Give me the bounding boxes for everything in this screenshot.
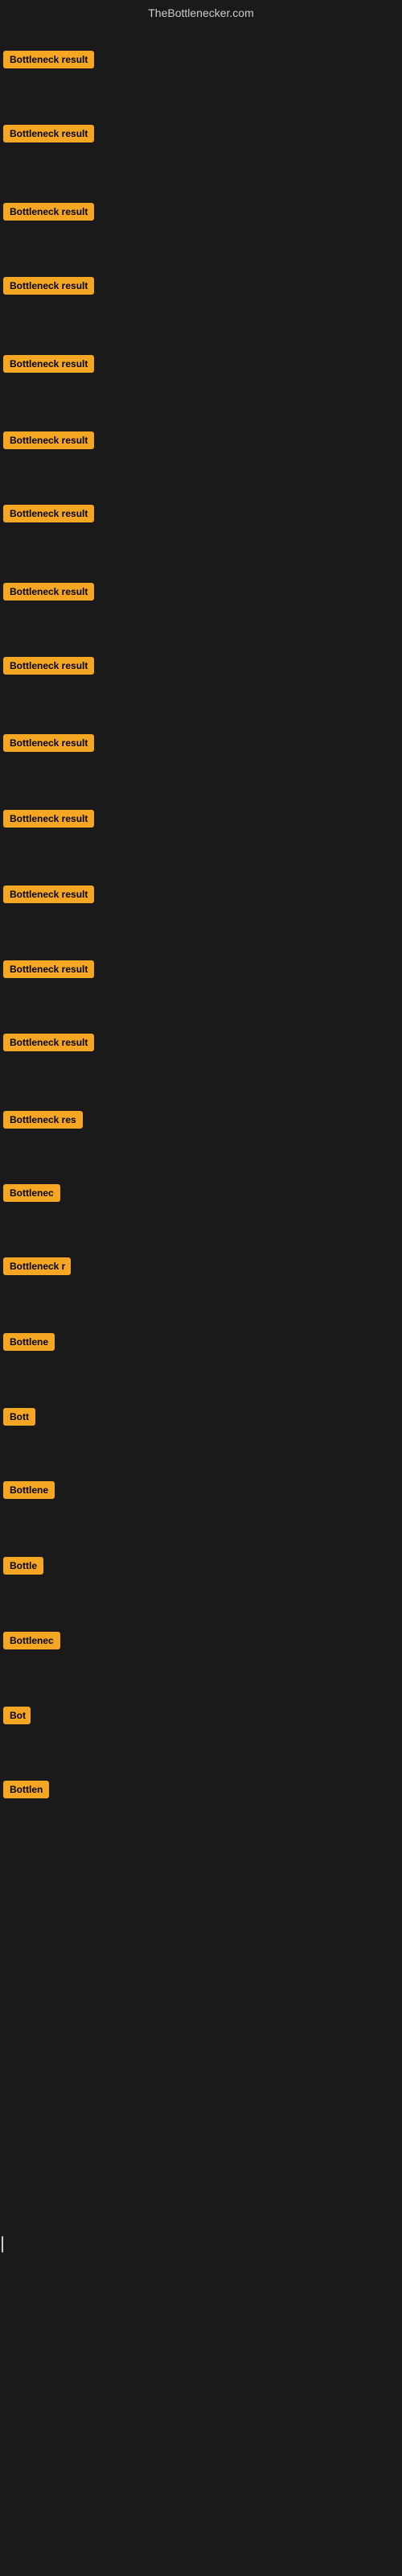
bottleneck-badge[interactable]: Bottleneck result xyxy=(3,505,94,522)
bottleneck-badge[interactable]: Bottlen xyxy=(3,1781,49,1798)
bottleneck-result-row: Bottlenec xyxy=(0,1627,402,1654)
site-header: TheBottlenecker.com xyxy=(0,0,402,23)
bottleneck-result-row: Bott xyxy=(0,1403,402,1430)
bottleneck-badge[interactable]: Bottleneck result xyxy=(3,657,94,675)
bottleneck-result-row: Bottle xyxy=(0,1552,402,1579)
bottleneck-result-row: Bottleneck result xyxy=(0,350,402,378)
bottleneck-result-row: Bottleneck result xyxy=(0,956,402,983)
bottleneck-badge[interactable]: Bottleneck result xyxy=(3,51,94,68)
bottleneck-badge[interactable]: Bott xyxy=(3,1408,35,1426)
bottleneck-result-row: Bot xyxy=(0,1702,402,1729)
bottleneck-result-row: Bottleneck result xyxy=(0,427,402,454)
bottleneck-result-row: Bottlen xyxy=(0,1776,402,1803)
bottleneck-badge[interactable]: Bottleneck result xyxy=(3,431,94,449)
bottleneck-badge[interactable]: Bottleneck result xyxy=(3,355,94,373)
bottleneck-result-row: Bottleneck result xyxy=(0,120,402,147)
bottleneck-result-row: Bottleneck result xyxy=(0,881,402,908)
bottleneck-result-row: Bottlene xyxy=(0,1328,402,1356)
bottleneck-badge[interactable]: Bottlene xyxy=(3,1333,55,1351)
bottleneck-result-row: Bottleneck result xyxy=(0,805,402,832)
bottleneck-result-row: Bottleneck result xyxy=(0,1029,402,1056)
bottleneck-result-row: Bottleneck res xyxy=(0,1106,402,1133)
bottleneck-badge[interactable]: Bottleneck result xyxy=(3,203,94,221)
bottleneck-badge[interactable]: Bottleneck result xyxy=(3,583,94,601)
text-cursor xyxy=(2,2236,3,2252)
bottleneck-result-row: Bottleneck result xyxy=(0,652,402,679)
bottleneck-badge[interactable]: Bottlene xyxy=(3,1481,55,1499)
bottleneck-badge[interactable]: Bottleneck result xyxy=(3,1034,94,1051)
bottleneck-result-row: Bottleneck result xyxy=(0,198,402,225)
bottleneck-result-row: Bottleneck r xyxy=(0,1253,402,1280)
bottleneck-result-row: Bottlene xyxy=(0,1476,402,1504)
bottleneck-badge[interactable]: Bottleneck result xyxy=(3,125,94,142)
bottleneck-badge[interactable]: Bottleneck res xyxy=(3,1111,83,1129)
bottleneck-badge[interactable]: Bottleneck r xyxy=(3,1257,71,1275)
bottleneck-badge[interactable]: Bottleneck result xyxy=(3,960,94,978)
bottleneck-badge[interactable]: Bottleneck result xyxy=(3,734,94,752)
bottleneck-badge[interactable]: Bottleneck result xyxy=(3,810,94,828)
bottleneck-badge[interactable]: Bottlenec xyxy=(3,1184,60,1202)
bottleneck-badge[interactable]: Bottleneck result xyxy=(3,277,94,295)
bottleneck-result-row: Bottleneck result xyxy=(0,578,402,605)
bottleneck-badge[interactable]: Bottlenec xyxy=(3,1632,60,1649)
bottleneck-result-row: Bottleneck result xyxy=(0,500,402,527)
bottleneck-result-row: Bottlenec xyxy=(0,1179,402,1207)
bottleneck-badge[interactable]: Bot xyxy=(3,1707,31,1724)
bottleneck-result-row: Bottleneck result xyxy=(0,729,402,757)
bottleneck-result-row: Bottleneck result xyxy=(0,46,402,73)
bottleneck-result-row: Bottleneck result xyxy=(0,272,402,299)
bottleneck-badge[interactable]: Bottle xyxy=(3,1557,43,1575)
bottleneck-badge[interactable]: Bottleneck result xyxy=(3,886,94,903)
